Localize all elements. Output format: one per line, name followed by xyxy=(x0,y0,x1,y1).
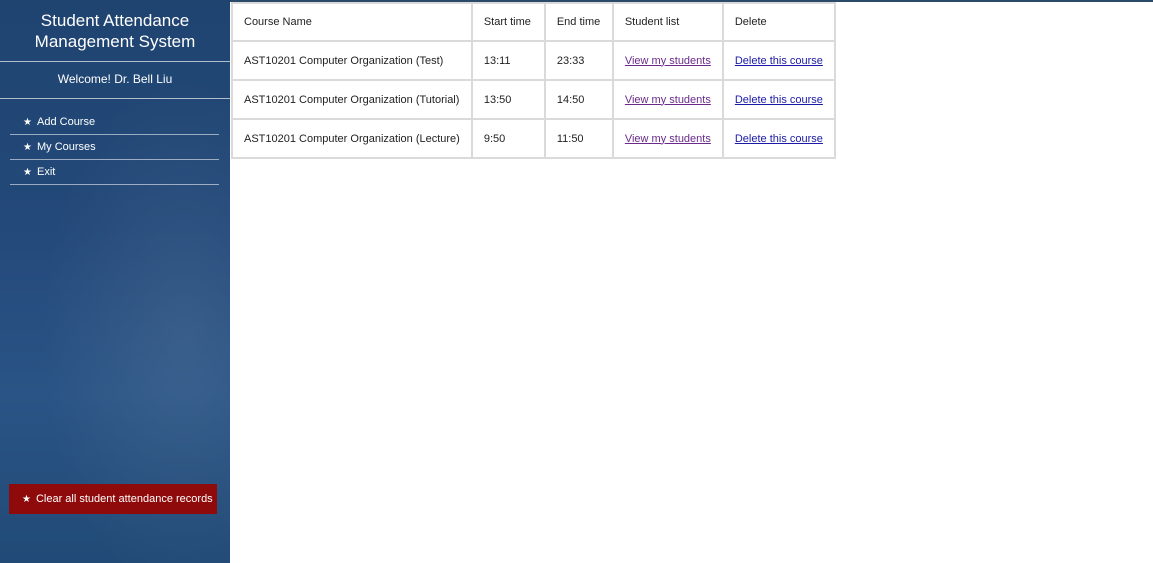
clear-attendance-records-button[interactable]: ★ Clear all student attendance records xyxy=(9,484,217,514)
sidebar: Student Attendance Management System Wel… xyxy=(0,0,230,563)
courses-table: Course Name Start time End time Student … xyxy=(231,2,836,159)
delete-cell: Delete this course xyxy=(723,120,834,157)
sidebar-item-exit[interactable]: ★ Exit xyxy=(10,160,219,185)
column-header-end-time: End time xyxy=(545,4,612,40)
delete-course-link[interactable]: Delete this course xyxy=(735,55,823,67)
star-icon: ★ xyxy=(22,493,31,505)
courses-table-container: Course Name Start time End time Student … xyxy=(231,2,836,159)
end-time-cell: 23:33 xyxy=(545,42,612,79)
star-icon: ★ xyxy=(23,116,32,128)
view-students-link[interactable]: View my students xyxy=(625,94,711,106)
star-icon: ★ xyxy=(23,166,32,178)
clear-attendance-records-label: Clear all student attendance records xyxy=(35,493,213,505)
app-title: Student Attendance Management System xyxy=(0,10,230,52)
sidebar-nav: ★ Add Course ★ My Courses ★ Exit xyxy=(10,110,219,185)
student-list-cell: View my students xyxy=(613,42,722,79)
course-name-cell: AST10201 Computer Organization (Tutorial… xyxy=(233,81,471,118)
delete-course-link[interactable]: Delete this course xyxy=(735,133,823,145)
sidebar-item-label: Add Course xyxy=(37,116,96,128)
app-title-line-2: Management System xyxy=(34,32,196,51)
view-students-link[interactable]: View my students xyxy=(625,55,711,67)
table-row: AST10201 Computer Organization (Tutorial… xyxy=(233,81,834,118)
student-list-cell: View my students xyxy=(613,81,722,118)
column-header-start-time: Start time xyxy=(472,4,544,40)
sidebar-divider xyxy=(0,98,230,99)
end-time-cell: 11:50 xyxy=(545,120,612,157)
delete-cell: Delete this course xyxy=(723,81,834,118)
column-header-course-name: Course Name xyxy=(233,4,471,40)
star-icon: ★ xyxy=(23,141,32,153)
sidebar-item-label: Exit xyxy=(37,166,56,178)
sidebar-item-my-courses[interactable]: ★ My Courses xyxy=(10,135,219,160)
view-students-link[interactable]: View my students xyxy=(625,133,711,145)
sidebar-divider xyxy=(0,61,230,62)
sidebar-item-add-course[interactable]: ★ Add Course xyxy=(10,110,219,135)
start-time-cell: 9:50 xyxy=(472,120,544,157)
table-row: AST10201 Computer Organization (Test) 13… xyxy=(233,42,834,79)
student-list-cell: View my students xyxy=(613,120,722,157)
start-time-cell: 13:11 xyxy=(472,42,544,79)
column-header-student-list: Student list xyxy=(613,4,722,40)
end-time-cell: 14:50 xyxy=(545,81,612,118)
sidebar-item-label: My Courses xyxy=(37,141,96,153)
delete-cell: Delete this course xyxy=(723,42,834,79)
table-row: AST10201 Computer Organization (Lecture)… xyxy=(233,120,834,157)
table-header-row: Course Name Start time End time Student … xyxy=(233,4,834,40)
course-name-cell: AST10201 Computer Organization (Test) xyxy=(233,42,471,79)
column-header-delete: Delete xyxy=(723,4,834,40)
delete-course-link[interactable]: Delete this course xyxy=(735,94,823,106)
start-time-cell: 13:50 xyxy=(472,81,544,118)
app-title-line-1: Student Attendance xyxy=(40,11,190,30)
course-name-cell: AST10201 Computer Organization (Lecture) xyxy=(233,120,471,157)
welcome-message: Welcome! Dr. Bell Liu xyxy=(57,72,173,86)
